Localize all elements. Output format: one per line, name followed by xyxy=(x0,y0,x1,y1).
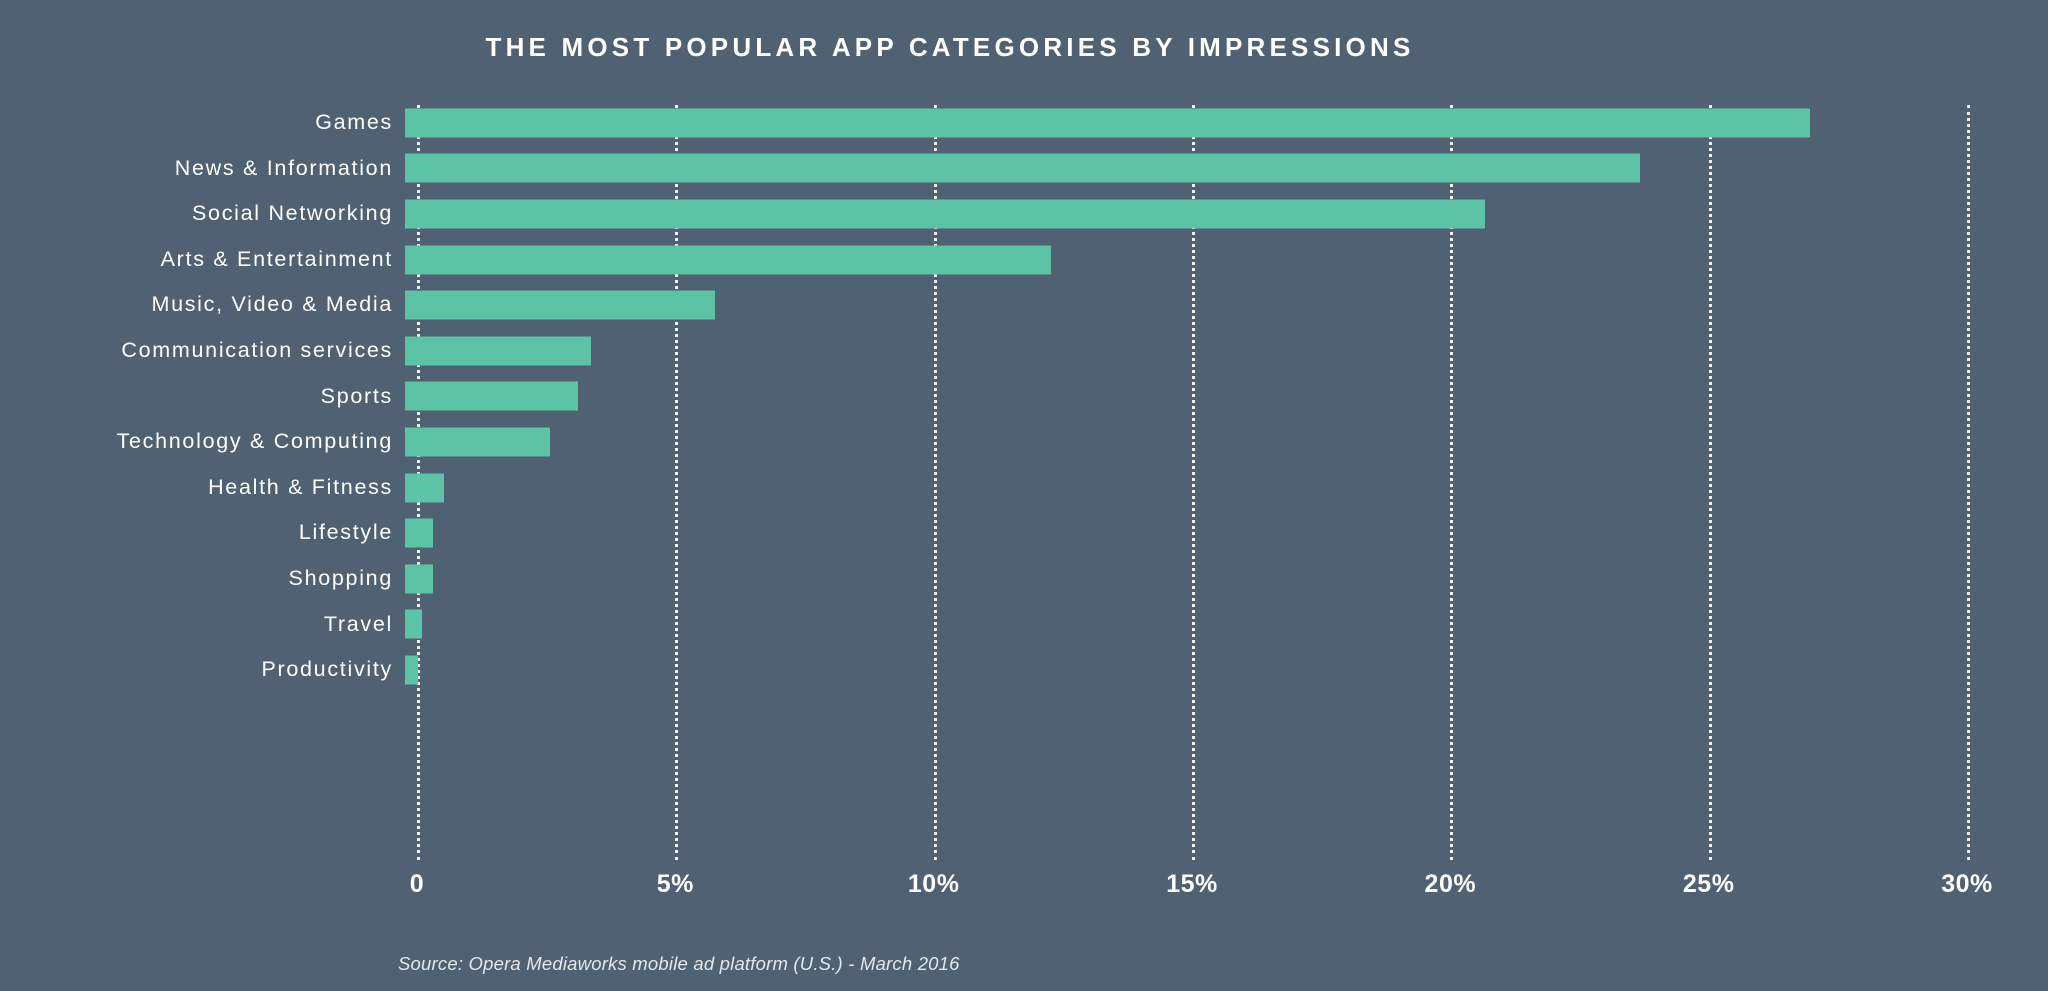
category-label: Productivity xyxy=(261,657,393,682)
bar-track xyxy=(405,100,2048,146)
bar-track xyxy=(405,510,2048,556)
bar xyxy=(405,108,1811,138)
bar-track xyxy=(405,146,2048,192)
bar-track xyxy=(405,237,2048,283)
bar-row: Social Networking xyxy=(0,191,2048,237)
bar-row: Shopping xyxy=(0,556,2048,602)
bar-track xyxy=(405,191,2048,237)
bar-row: Lifestyle xyxy=(0,510,2048,556)
bar-row: Travel xyxy=(0,602,2048,648)
category-label: Technology & Computing xyxy=(116,429,393,454)
x-tick-label: 25% xyxy=(1682,870,1735,898)
bar-row: Games xyxy=(0,100,2048,146)
page-title: THE MOST POPULAR APP CATEGORIES BY IMPRE… xyxy=(485,32,1415,62)
bar-row: Communication services xyxy=(0,328,2048,374)
bar xyxy=(405,153,1640,183)
x-tick-label: 20% xyxy=(1424,870,1477,898)
bar-track xyxy=(405,328,2048,374)
chart-plot-area: Games News & Information Social Networking… xyxy=(0,100,2048,860)
bar xyxy=(405,336,591,366)
category-label: Shopping xyxy=(288,565,393,590)
bar xyxy=(405,564,434,594)
bar-row: Music, Video & Media xyxy=(0,282,2048,328)
bar xyxy=(405,518,434,548)
bar xyxy=(405,427,550,457)
category-label: Games xyxy=(315,110,393,135)
bar xyxy=(405,199,1485,229)
bar xyxy=(405,290,715,320)
category-label: Lifestyle xyxy=(298,520,393,545)
category-label: Social Networking xyxy=(192,201,393,226)
bar-track xyxy=(405,647,2048,693)
bar-track xyxy=(405,282,2048,328)
bar-row: Health & Fitness xyxy=(0,465,2048,511)
category-label: Music, Video & Media xyxy=(151,292,393,317)
bar xyxy=(405,655,418,685)
bar-track xyxy=(405,419,2048,465)
category-label: News & Information xyxy=(174,155,393,180)
category-label: Health & Fitness xyxy=(208,474,393,499)
bar-track xyxy=(405,602,2048,648)
category-label: Sports xyxy=(320,383,393,408)
category-label: Arts & Entertainment xyxy=(160,246,393,271)
bar-track xyxy=(405,374,2048,420)
bar xyxy=(405,609,423,639)
category-label: Travel xyxy=(323,611,393,636)
bar-row: Productivity xyxy=(0,647,2048,693)
category-label: Communication services xyxy=(121,338,393,363)
bar-row: Arts & Entertainment xyxy=(0,237,2048,283)
x-tick-label: 5% xyxy=(656,870,694,898)
x-tick-label: 0 xyxy=(409,870,425,898)
bar xyxy=(405,473,444,503)
bar-row: Sports xyxy=(0,374,2048,420)
bar-track xyxy=(405,465,2048,511)
bar xyxy=(405,245,1051,275)
x-tick-label: 30% xyxy=(1941,870,1993,898)
bar-track xyxy=(405,556,2048,602)
x-tick-label: 10% xyxy=(907,870,960,898)
bar xyxy=(405,381,579,411)
x-tick-label: 15% xyxy=(1166,870,1218,898)
source-note: Source: Opera Mediaworks mobile ad platf… xyxy=(398,953,960,974)
bar-rows: Games News & Information Social Networking… xyxy=(0,100,2048,693)
bar-row: Technology & Computing xyxy=(0,419,2048,465)
bar-row: News & Information xyxy=(0,146,2048,192)
x-axis: 0 5% 10% 15% 20% 25% 30% xyxy=(410,870,1992,904)
